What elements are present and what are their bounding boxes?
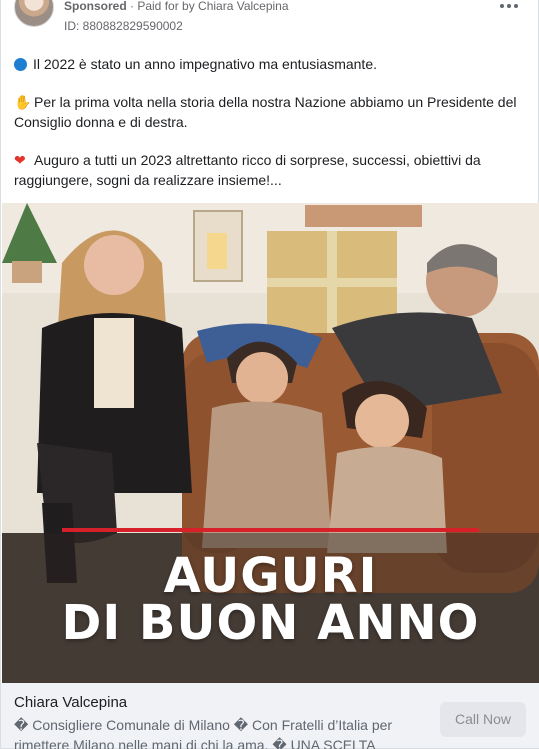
image-title-line2: DI BUON ANNO [61,595,480,651]
body-paragraph: Il 2022 è stato un anno impegnativo ma e… [14,54,529,74]
paid-for-label: · Paid for by Chiara Valcepina [126,0,289,13]
blue-circle-icon [14,58,27,71]
ad-card: Sponsored · Paid for by Chiara Valcepina… [0,0,539,749]
sponsored-label: Sponsored [64,0,127,13]
ad-header: Sponsored · Paid for by Chiara Valcepina… [1,0,539,40]
ad-footer: Chiara Valcepina � Consigliere Comunale … [1,683,539,749]
body-paragraph: ❤ Auguro a tutti un 2023 altrettanto ricc… [14,150,529,190]
paragraph-text: Per la prima volta nella storia della no… [14,94,517,130]
flexed-biceps-icon: ✋ [14,94,32,110]
page-description: � Consigliere Comunale di Milano � Con F… [14,717,393,749]
page-name-link[interactable]: Chiara Valcepina [14,694,127,711]
ad-id: ID: 880882829590002 [64,19,183,33]
advertiser-avatar[interactable] [14,0,54,27]
red-heart-icon: ❤ [14,152,26,168]
paragraph-text: Il 2022 è stato un anno impegnativo ma e… [33,56,377,72]
ad-image[interactable]: AUGURI DI BUON ANNO [2,203,539,683]
body-paragraph: ✋ Per la prima volta nella storia della n… [14,92,529,132]
call-now-button[interactable]: Call Now [440,702,526,737]
ellipsis-icon[interactable] [500,2,518,10]
sponsored-line: Sponsored · Paid for by Chiara Valcepina [64,0,289,13]
paragraph-text: Auguro a tutti un 2023 altrettanto ricco… [14,152,481,188]
ad-body-text: Il 2022 è stato un anno impegnativo ma e… [14,54,529,208]
